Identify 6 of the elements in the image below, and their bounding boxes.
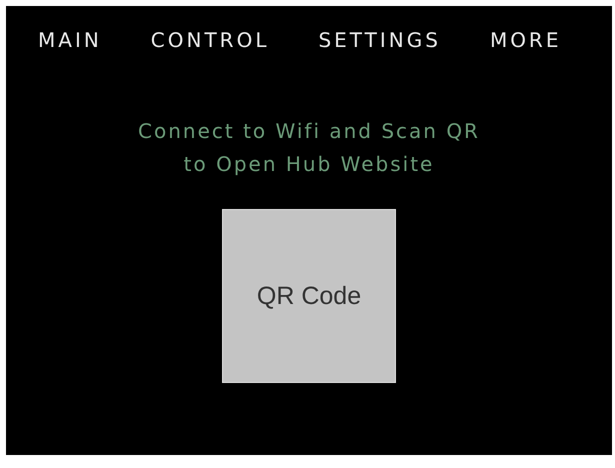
qr-code-label: QR Code	[256, 282, 362, 310]
nav-tab[interactable]: MORE	[490, 28, 562, 52]
nav-tab[interactable]: MAIN	[38, 28, 102, 52]
instruction-text: Connect to Wifi and Scan QR to Open Hub Website	[137, 118, 481, 178]
nav-tab[interactable]: CONTROL	[150, 28, 270, 52]
nav-tab[interactable]: SETTINGS	[318, 28, 441, 52]
